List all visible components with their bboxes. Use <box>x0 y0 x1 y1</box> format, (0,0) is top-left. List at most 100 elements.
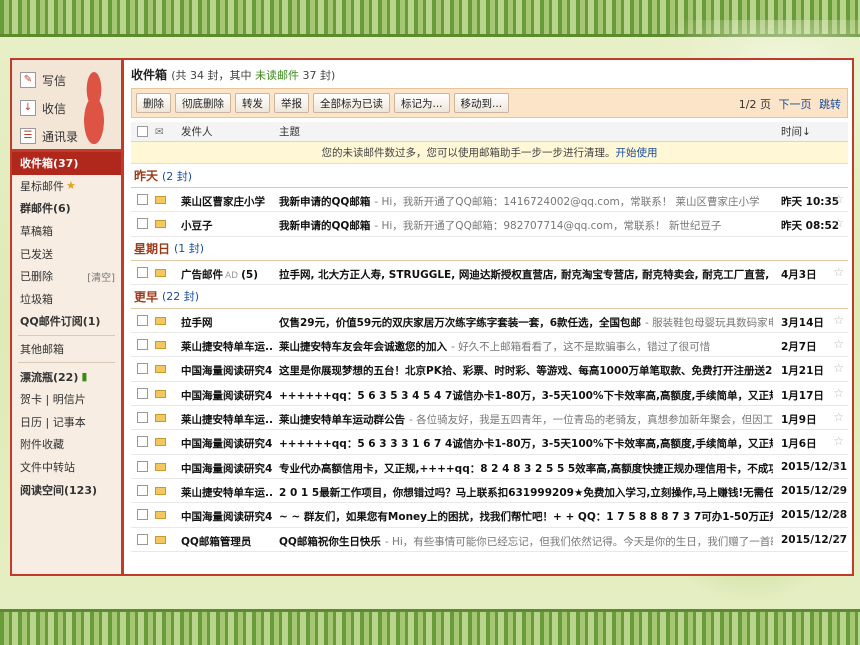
sidebar: ✎ 写信 ↓ 收信 ☰ 通讯录 收件箱(37) 星标邮件 ★ 群邮件(6) 草稿箱… <box>12 60 124 574</box>
unread-envelope-icon <box>155 220 166 229</box>
row-checkbox[interactable] <box>137 387 148 399</box>
preview-text: - 各位骑友好，我是五四青年，一位青岛的老骑友，真想参加新年聚会，但因工作太忙，… <box>409 414 773 427</box>
star-toggle-icon[interactable]: ☆ <box>833 216 844 230</box>
group-name: 更早 <box>134 289 159 304</box>
subject-text: 这里是你展现梦想的五台！北京PK拾、彩票、时时彩、等游戏、每高1000万单笔取款… <box>279 365 773 378</box>
row-checkbox[interactable] <box>137 194 148 205</box>
row-checkbox[interactable] <box>137 339 148 351</box>
date-group-header: 昨天 (2 封) <box>131 164 848 188</box>
subject-text: ++++++qq：5 6 3 5 3 4 5 4 7诚信办卡1-80万，3-5天… <box>279 389 773 402</box>
sidebar-item-label: 文件中转站 <box>20 461 75 475</box>
mail-row[interactable]: 中国海量阅读研究4 ~ ~ 群友们，如果您有Money上的困扰，找我们帮忙吧！+ … <box>131 503 848 528</box>
delete-button[interactable]: 删除 <box>136 93 171 113</box>
subject-column-header[interactable]: 主题 <box>279 124 300 139</box>
sidebar-item-reading-space[interactable]: 阅读空间(123) <box>12 478 121 501</box>
mail-row[interactable]: 莱山捷安特单车运... 莱山捷安特车友会年会诚邀您的加入 - 好久不上邮箱看看了，这… <box>131 333 848 358</box>
notice-text: 您的未读邮件数过多，您可以使用邮箱助手一步一步进行清理。 <box>321 147 616 159</box>
bottom-decorative-border <box>0 612 860 645</box>
group-count-link[interactable]: (22 封) <box>162 288 199 304</box>
sidebar-item-group-mail[interactable]: 群邮件(6) <box>12 197 121 220</box>
row-checkbox[interactable] <box>137 533 148 545</box>
sender-name: 中国海量阅读研究4 <box>181 388 273 403</box>
mail-row[interactable]: 中国海量阅读研究4 专业代办高额信用卡，又正规,++++qq：8 2 4 8 3 … <box>131 455 848 479</box>
unread-envelope-icon <box>155 535 166 544</box>
row-checkbox[interactable] <box>137 484 148 496</box>
star-toggle-icon[interactable]: ☆ <box>833 386 844 400</box>
sidebar-item-cards[interactable]: 贺卡 | 明信片 <box>12 388 121 411</box>
unread-envelope-icon <box>155 316 166 325</box>
date-group-header: 星期日 (1 封) <box>131 237 848 261</box>
mail-row[interactable]: 中国海量阅读研究4 ++++++qq：5 6 3 3 3 1 6 7 4诚信办卡1… <box>131 430 848 455</box>
row-checkbox[interactable] <box>137 460 148 472</box>
sidebar-item-deleted[interactable]: 已删除 [清空] <box>12 265 121 288</box>
star-toggle-icon[interactable]: ☆ <box>833 313 844 327</box>
star-toggle-icon[interactable]: ☆ <box>833 265 844 279</box>
row-checkbox[interactable] <box>137 412 148 424</box>
star-toggle-icon[interactable]: ☆ <box>833 459 844 473</box>
sidebar-item-drafts[interactable]: 草稿箱 <box>12 220 121 243</box>
mail-row[interactable]: 中国海量阅读研究4 这里是你展现梦想的五台！北京PK拾、彩票、时时彩、等游戏、每高… <box>131 357 848 382</box>
unread-link[interactable]: 未读邮件 <box>255 69 299 82</box>
star-toggle-icon[interactable]: ☆ <box>833 507 844 521</box>
mark-all-read-button[interactable]: 全部标为已读 <box>313 93 390 113</box>
from-column-header[interactable]: 发件人 <box>181 124 213 139</box>
permanent-delete-button[interactable]: 彻底删除 <box>175 93 231 113</box>
sidebar-item-starred[interactable]: 星标邮件 ★ <box>12 175 121 198</box>
row-checkbox[interactable] <box>137 314 148 326</box>
subject-text: 2 0 1 5最新工作项目，你想错过吗？马上联系扣631999209★免费加入学… <box>279 486 773 499</box>
sender-text: 莱山捷安特单车运... <box>181 341 273 354</box>
mail-row[interactable]: 中国海量阅读研究4 ++++++qq：5 6 3 5 3 4 5 4 7诚信办卡1… <box>131 382 848 407</box>
sidebar-item-sent[interactable]: 已发送 <box>12 242 121 265</box>
sidebar-item-calendar[interactable]: 日历 | 记事本 <box>12 411 121 434</box>
sidebar-item-drift-bottle[interactable]: 漂流瓶(22) ▮ <box>12 365 121 388</box>
sidebar-item-subscriptions[interactable]: QQ邮件订阅(1) <box>12 310 121 333</box>
mail-row[interactable]: 莱山区曹家庄小学 我新申请的QQ邮箱 - Hi，我新开通了QQ邮箱：14167240… <box>131 188 848 213</box>
mail-row[interactable]: 莱山捷安特单车运... 2 0 1 5最新工作项目，你想错过吗？马上联系扣6319… <box>131 479 848 504</box>
mail-row[interactable]: 小豆子 我新申请的QQ邮箱 - Hi，我新开通了QQ邮箱：982707714@qq.… <box>131 212 848 237</box>
group-count-link[interactable]: (2 封) <box>162 168 192 184</box>
sidebar-item-other-mailboxes[interactable]: 其他邮箱 <box>12 338 121 361</box>
subject-text: ~ ~ 群友们，如果您有Money上的困扰，找我们帮忙吧！+ + QQ：1 7 … <box>279 511 773 524</box>
time-column-header[interactable]: 时间↓ <box>781 124 811 139</box>
date-group-header: 更早 (22 封) <box>131 285 848 309</box>
empty-trash-link[interactable]: [清空] <box>87 269 115 284</box>
mail-subject: 这里是你展现梦想的五台！北京PK拾、彩票、时时彩、等游戏、每高1000万单笔取款… <box>279 363 773 378</box>
group-count-link[interactable]: (1 封) <box>174 240 204 256</box>
preview-text: - 服装鞋包母婴玩具数码家电美妆个护家居家纺钟表首饰 双... <box>645 316 773 329</box>
subject-text: 专业代办高额信用卡，又正规,++++qq：8 2 4 8 3 2 5 5 5效率… <box>279 462 773 475</box>
row-checkbox[interactable] <box>137 266 148 278</box>
sidebar-item-file-transfer[interactable]: 文件中转站 <box>12 456 121 479</box>
mail-row[interactable]: QQ邮箱管理员 QQ邮箱祝你生日快乐 - Hi，有些事情可能你已经忘记，但我们依然记… <box>131 528 848 552</box>
next-page-link[interactable]: 下一页 <box>779 98 812 111</box>
sidebar-item-attachments[interactable]: 附件收藏 <box>12 433 121 456</box>
row-checkbox[interactable] <box>137 218 148 230</box>
sidebar-item-spam[interactable]: 垃圾箱 <box>12 288 121 311</box>
sender-name: 中国海量阅读研究4 <box>181 363 273 378</box>
mail-row[interactable]: 广告邮件 AD (5) 拉手网, 北大方正人寿, STRUGGLE, 网迪达斯授权直营… <box>131 261 848 285</box>
row-checkbox[interactable] <box>137 436 148 448</box>
report-button[interactable]: 举报 <box>274 93 309 113</box>
start-cleanup-link[interactable]: 开始使用 <box>616 147 658 159</box>
star-toggle-icon[interactable]: ☆ <box>833 410 844 424</box>
star-toggle-icon[interactable]: ☆ <box>833 434 844 448</box>
star-toggle-icon[interactable]: ☆ <box>833 532 844 546</box>
star-toggle-icon[interactable]: ☆ <box>833 337 844 351</box>
star-toggle-icon[interactable]: ☆ <box>833 192 844 206</box>
sender-text: 莱山捷安特单车运... <box>181 414 273 427</box>
star-toggle-icon[interactable]: ☆ <box>833 483 844 497</box>
sender-name: QQ邮箱管理员 <box>181 534 273 549</box>
sidebar-item-inbox[interactable]: 收件箱(37) <box>12 152 121 175</box>
row-checkbox[interactable] <box>137 509 148 521</box>
star-toggle-icon[interactable]: ☆ <box>833 361 844 375</box>
jump-link[interactable]: 跳转 <box>819 98 841 111</box>
mail-time: 1月21日 <box>781 365 824 378</box>
row-checkbox[interactable] <box>137 363 148 375</box>
forward-button[interactable]: 转发 <box>235 93 270 113</box>
mark-as-dropdown[interactable]: 标记为... <box>394 93 450 113</box>
move-to-dropdown[interactable]: 移动到... <box>453 93 510 113</box>
monkey-papercut-decoration <box>71 66 117 144</box>
mail-row[interactable]: 拉手网 仅售29元，价值59元的双庆家居万次练字练字套装一套，6款任选，全国包邮 -… <box>131 309 848 334</box>
sender-text: 拉手网 <box>181 316 213 329</box>
select-all-checkbox[interactable] <box>137 126 148 137</box>
mail-row[interactable]: 莱山捷安特单车运... 莱山捷安特单车运动群公告 - 各位骑友好，我是五四青年，一位… <box>131 406 848 431</box>
